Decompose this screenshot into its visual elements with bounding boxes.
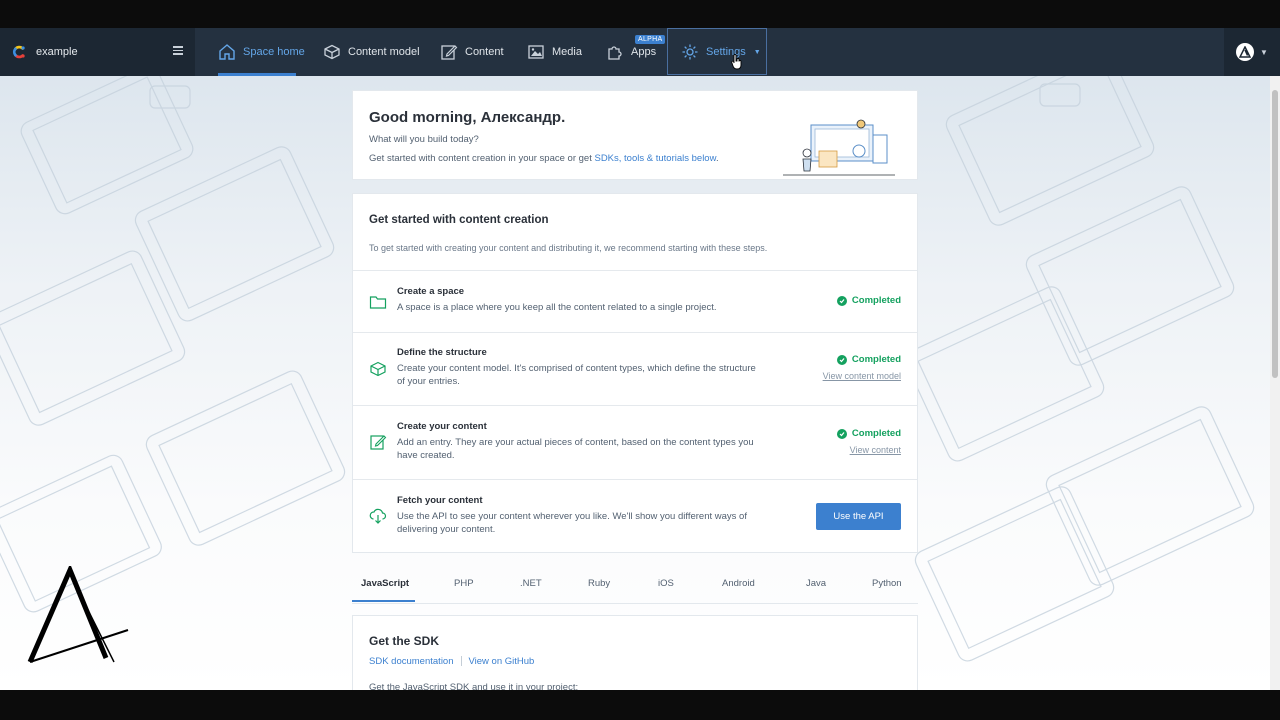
greeting-line: Get started with content creation in you… [369, 153, 719, 164]
step-title: Fetch your content [397, 495, 483, 506]
hand-cursor-icon [731, 54, 742, 70]
step-title: Create a space [397, 286, 465, 297]
contentful-logo-icon [12, 45, 25, 59]
tab-dotnet[interactable]: .NET [520, 578, 542, 589]
link-divider [460, 656, 462, 667]
step-create-content: Create your content Add an entry. They a… [353, 405, 917, 480]
tab-android[interactable]: Android [722, 578, 755, 589]
settings-hover-outline [667, 28, 767, 75]
sdk-documentation-link[interactable]: SDK documentation [369, 656, 454, 667]
status-badge: Completed [836, 428, 901, 439]
check-circle-icon [836, 295, 847, 306]
step-create-space: Create a space A space is a place where … [353, 270, 917, 333]
step-description: Create your content model. It's comprise… [397, 363, 756, 387]
account-menu[interactable]: ▼ [1224, 28, 1280, 76]
nav-label: Content model [348, 46, 420, 58]
status-badge: Completed [836, 354, 901, 365]
page-scrollbar[interactable] [1270, 76, 1280, 690]
folder-icon [369, 296, 387, 309]
sdk-tools-link[interactable]: SDKs, tools & tutorials below [594, 153, 715, 164]
tab-active-indicator [352, 600, 415, 602]
alpha-badge: ALPHA [635, 35, 666, 44]
step-description: A space is a place where you keep all th… [397, 302, 717, 313]
view-content-link[interactable]: View content [850, 445, 901, 455]
cloud-download-icon [369, 508, 387, 524]
nav-media[interactable]: Media [527, 28, 582, 76]
space-name: example [36, 46, 78, 58]
step-define-structure: Define the structure Create your content… [353, 332, 917, 406]
media-icon [528, 45, 544, 59]
nav-label: Space home [243, 46, 305, 58]
sdk-card: Get the SDK SDK documentation View on Git… [352, 615, 918, 690]
step-fetch-content: Fetch your content Use the API to see yo… [353, 479, 917, 554]
nav-label: Content [465, 46, 504, 58]
sdk-title: Get the SDK [369, 634, 440, 648]
getting-started-card: Get started with content creation To get… [352, 193, 918, 553]
nav-space-home[interactable]: Space home [218, 28, 305, 76]
sdk-description: Get the JavaScript SDK and use it in you… [369, 682, 579, 690]
greeting-title: Good morning, Александр. [369, 109, 566, 126]
nav-label: Media [552, 46, 582, 58]
sdk-links: SDK documentation View on GitHub [369, 656, 534, 667]
scrollbar-thumb[interactable] [1272, 90, 1278, 378]
avatar [1236, 43, 1255, 61]
box-icon [370, 361, 386, 377]
box-icon [324, 44, 340, 60]
welcome-card: Good morning, Александр. What will you b… [352, 90, 918, 180]
menu-icon[interactable] [173, 46, 183, 55]
space-switcher[interactable]: example [0, 28, 195, 76]
puzzle-icon [608, 46, 622, 60]
home-icon [219, 44, 235, 60]
edit-icon [441, 45, 458, 60]
nav-content[interactable]: Content [440, 28, 504, 76]
check-circle-icon [836, 428, 847, 439]
section-title: Get started with content creation [369, 214, 549, 226]
tab-php[interactable]: PHP [454, 578, 474, 589]
status-badge: Completed [836, 295, 901, 306]
step-title: Create your content [397, 421, 487, 432]
greeting-subtitle: What will you build today? [369, 134, 479, 145]
language-tabs: JavaScript PHP .NET Ruby iOS Android Jav… [352, 571, 918, 604]
check-circle-icon [836, 354, 847, 365]
tab-ruby[interactable]: Ruby [588, 578, 610, 589]
watermark-logo-icon [27, 566, 129, 663]
section-description: To get started with creating your conten… [369, 243, 768, 253]
nav-content-model[interactable]: Content model [323, 28, 420, 76]
screen-frame-top [0, 0, 1280, 28]
tab-javascript[interactable]: JavaScript [361, 578, 409, 589]
screen-frame-bottom [0, 690, 1280, 720]
view-on-github-link[interactable]: View on GitHub [469, 656, 535, 667]
view-content-model-link[interactable]: View content model [823, 371, 901, 381]
tab-java[interactable]: Java [806, 578, 826, 589]
edit-icon [370, 435, 387, 450]
chevron-down-icon: ▼ [1260, 47, 1268, 57]
tab-ios[interactable]: iOS [658, 578, 674, 589]
welcome-illustration [783, 119, 895, 176]
step-title: Define the structure [397, 347, 487, 358]
step-description: Add an entry. They are your actual piece… [397, 437, 754, 461]
nav-label: Apps [631, 46, 657, 58]
tab-python[interactable]: Python [872, 578, 902, 589]
use-the-api-button[interactable]: Use the API [816, 503, 901, 530]
step-description: Use the API to see your content wherever… [397, 511, 747, 535]
